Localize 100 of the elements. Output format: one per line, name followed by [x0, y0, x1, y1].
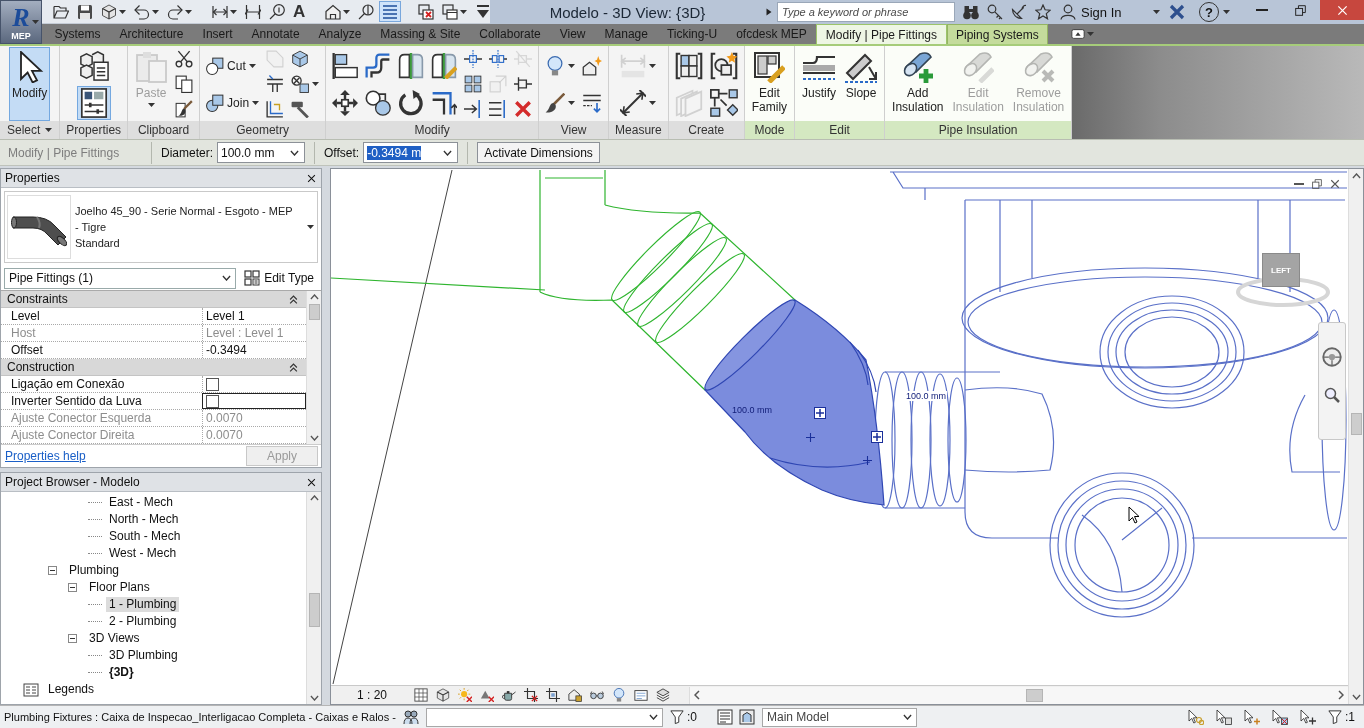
properties-button[interactable] — [76, 85, 111, 120]
ribbon-tab[interactable]: ofcdesk MEP — [726, 24, 817, 44]
drag-elements-button[interactable] — [1297, 707, 1319, 727]
filter-button[interactable]: :1 — [1325, 707, 1358, 727]
plus-square-icon[interactable] — [814, 407, 826, 419]
panel-menu-button[interactable]: Select — [0, 121, 60, 139]
crop-region-button[interactable] — [543, 686, 563, 704]
horizontal-scrollbar[interactable] — [689, 686, 1348, 704]
view-scale[interactable]: 1 : 20 — [357, 688, 411, 702]
array-button[interactable] — [462, 73, 485, 95]
justify-button[interactable]: Justify — [799, 47, 840, 121]
checkbox[interactable] — [206, 394, 219, 408]
zoom-icon[interactable] — [1324, 387, 1340, 403]
chevrons-up-icon[interactable] — [289, 362, 298, 372]
triangle-right-icon[interactable] — [765, 8, 773, 16]
tree-item[interactable]: Floor Plans — [86, 580, 153, 595]
mirror-draw-button[interactable] — [429, 50, 460, 81]
crop-view-button[interactable] — [521, 686, 541, 704]
select-links-button[interactable] — [1185, 707, 1207, 727]
close-button[interactable] — [306, 476, 317, 488]
tree-item[interactable]: Plumbing — [66, 563, 123, 578]
steering-wheel-icon[interactable] — [1322, 347, 1342, 367]
tree-item[interactable]: Legends — [45, 682, 98, 697]
tree-item[interactable]: West - Mech — [106, 546, 180, 561]
join-geometry-button[interactable]: Join — [204, 91, 262, 114]
scroll-thumb[interactable] — [308, 304, 320, 320]
vertical-scrollbar[interactable] — [1348, 169, 1363, 704]
ribbon-tab[interactable]: Collaborate — [469, 24, 551, 44]
design-options-button[interactable] — [736, 707, 758, 727]
scrollbar[interactable] — [306, 291, 321, 444]
collapse-icon[interactable] — [68, 583, 77, 592]
ribbon-tab[interactable]: Ticking-U — [657, 24, 727, 44]
ribbon-tab[interactable]: View — [550, 24, 596, 44]
scrollbar[interactable] — [306, 492, 321, 704]
sun-path-button[interactable] — [455, 686, 475, 704]
select-by-face-button[interactable] — [1269, 707, 1291, 727]
modify-button[interactable]: Modify — [9, 47, 51, 121]
application-menu-button[interactable]: R MEP — [0, 0, 42, 44]
restore-icon[interactable] — [1312, 179, 1322, 189]
select-pinned-button[interactable] — [1241, 707, 1263, 727]
tree-item[interactable]: 3D Views — [86, 631, 143, 646]
tree-item[interactable]: 3D Plumbing — [106, 648, 181, 663]
edit-type-button[interactable]: Edit Type — [240, 267, 318, 289]
move-button[interactable] — [330, 87, 361, 118]
tree-item[interactable]: 1 - Plumbing — [106, 597, 180, 612]
scroll-thumb[interactable] — [1350, 413, 1362, 435]
dimension-label[interactable]: 100.0 mm — [905, 391, 948, 401]
copy-button[interactable] — [173, 73, 196, 95]
value-cell[interactable] — [202, 393, 306, 409]
ribbon-tab[interactable]: Massing & Site — [370, 24, 470, 44]
selection-filter-button[interactable]: :0 — [667, 707, 700, 727]
tree-item[interactable]: East - Mech — [106, 495, 177, 510]
scroll-thumb[interactable] — [1026, 688, 1043, 702]
sign-in-button[interactable]: Sign In — [1055, 1, 1165, 23]
type-selector[interactable]: Joelho 45_90 - Serie Normal - Esgoto - MEP - Tigre Standard — [4, 191, 318, 263]
add-insulation-button[interactable]: Add Insulation — [889, 47, 947, 121]
ribbon-tab[interactable]: Modify | Pipe Fittings — [816, 24, 947, 44]
ribbon-tab[interactable]: Systems — [45, 24, 110, 44]
collapse-icon[interactable] — [68, 634, 77, 643]
scroll-thumb[interactable] — [308, 593, 320, 627]
design-option-dropdown[interactable]: Main Model — [762, 707, 917, 727]
close-button[interactable] — [306, 172, 317, 184]
dropdown-field[interactable]: 100.0 mm — [217, 142, 305, 163]
slope-button[interactable]: Slope — [842, 47, 881, 121]
activate-dimensions-button[interactable]: Activate Dimensions — [477, 142, 600, 163]
ribbon-tab[interactable]: Piping Systems — [946, 24, 1049, 44]
analytical-button[interactable] — [653, 686, 673, 704]
close-icon[interactable] — [1330, 179, 1340, 189]
measure-button[interactable] — [618, 87, 659, 118]
split-face-button[interactable] — [289, 73, 322, 95]
tree-item[interactable]: {3D} — [106, 665, 137, 680]
override-button[interactable] — [543, 90, 578, 115]
plus-square-icon[interactable] — [871, 431, 883, 443]
dimension-label[interactable]: 100.0 mm — [731, 405, 774, 415]
element-filter-dropdown[interactable]: Pipe Fittings (1) — [4, 267, 237, 289]
ribbon-tab[interactable]: Architecture — [110, 24, 194, 44]
select-underlay-button[interactable] — [1213, 707, 1235, 727]
create-diagram-button[interactable] — [707, 86, 740, 119]
dropdown-field[interactable]: -0.3494 m — [363, 142, 459, 163]
ribbon-tab[interactable]: Analyze — [309, 24, 371, 44]
edit-family-button[interactable]: Edit Family — [748, 47, 791, 121]
align-button[interactable] — [330, 50, 361, 81]
ribbon-tab[interactable]: Manage — [595, 24, 658, 44]
checkbox[interactable] — [206, 377, 219, 391]
pipe-wireframe[interactable] — [539, 169, 796, 391]
search-field[interactable]: Type a keyword or phrase — [777, 2, 955, 22]
selected-pipe-fitting[interactable] — [704, 299, 885, 506]
chevrons-up-icon[interactable] — [289, 294, 298, 304]
tree-item[interactable]: North - Mech — [106, 512, 182, 527]
thin-lines-button[interactable] — [379, 1, 402, 22]
ribbon-tab[interactable]: Insert — [193, 24, 243, 44]
text-button[interactable]: A — [290, 1, 309, 22]
tree-item[interactable]: South - Mech — [106, 529, 184, 544]
editable-only-button[interactable] — [714, 707, 736, 727]
collapse-icon[interactable] — [48, 566, 57, 575]
tree-item[interactable]: 2 - Plumbing — [106, 614, 180, 629]
properties-help-link[interactable]: Properties help — [5, 449, 86, 463]
ribbon-tab[interactable]: Annotate — [242, 24, 310, 44]
lock-view-button[interactable] — [565, 686, 585, 704]
cut-geometry-button[interactable]: Cut — [204, 54, 258, 77]
